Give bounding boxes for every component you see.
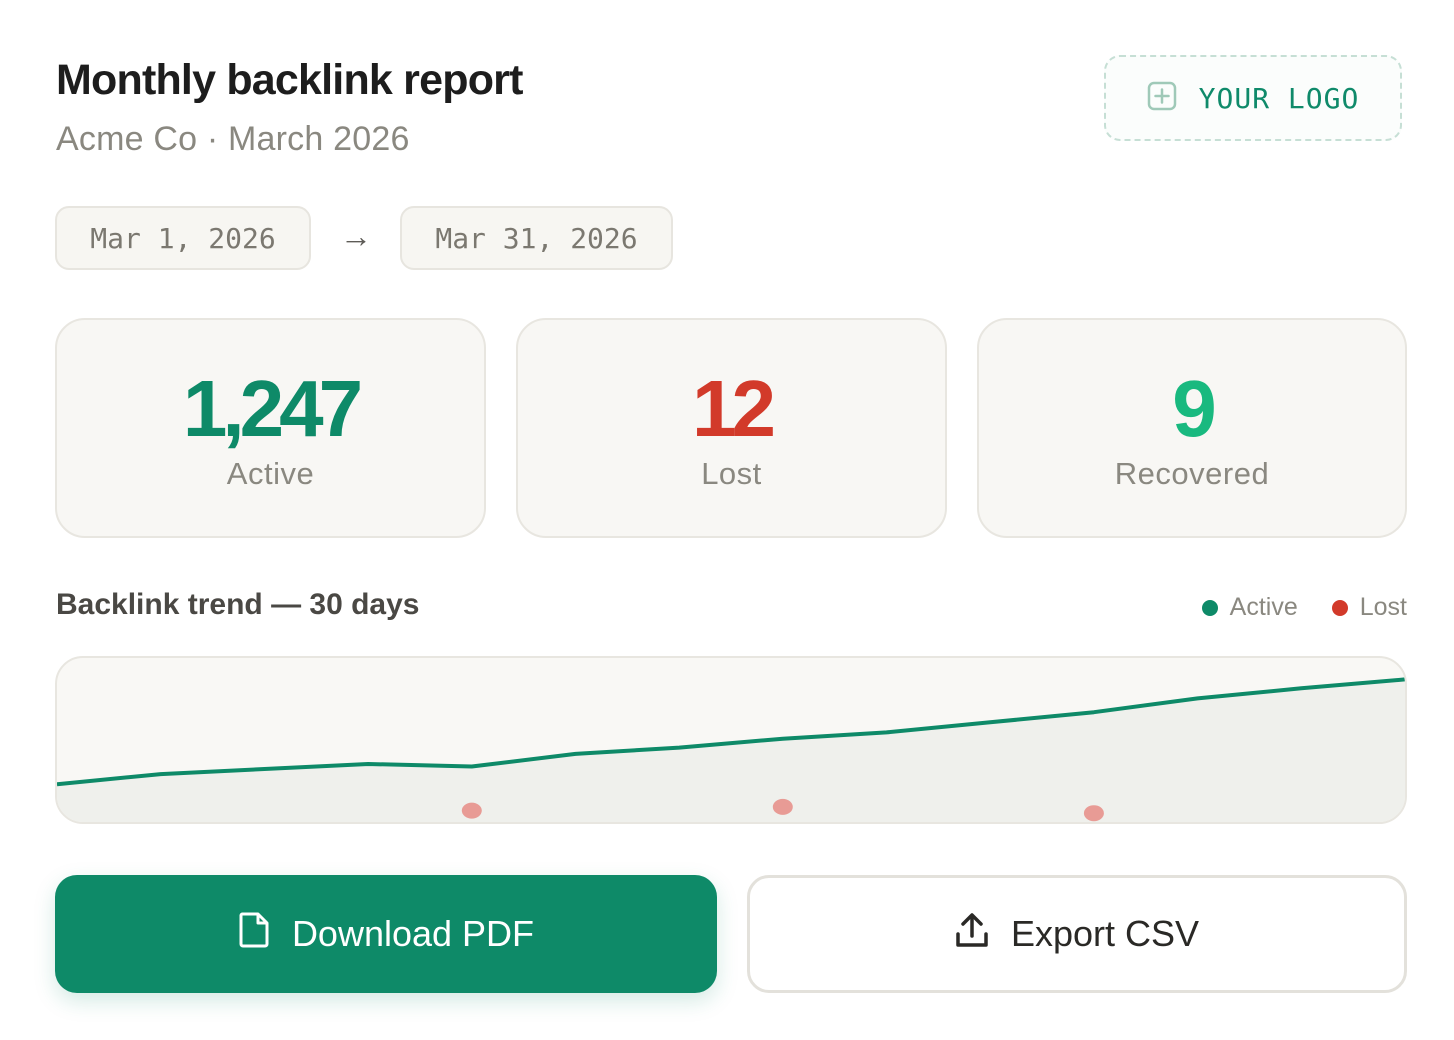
export-csv-label: Export CSV xyxy=(1010,913,1200,954)
lost-point-2 xyxy=(772,798,793,815)
start-date-field[interactable]: Mar 1, 2026 xyxy=(55,206,311,270)
chart-legend: Active Lost xyxy=(1201,593,1407,622)
end-date-field[interactable]: Mar 31, 2026 xyxy=(400,206,673,270)
stat-card-active: 1,247 Active xyxy=(55,318,486,538)
logo-label: YOUR LOGO xyxy=(1198,81,1360,115)
report-subtitle: Acme Co · March 2026 xyxy=(56,120,410,158)
legend-item-active: Active xyxy=(1201,593,1298,622)
document-icon xyxy=(238,911,270,958)
trend-title: Backlink trend — 30 days xyxy=(56,588,420,621)
trend-chart xyxy=(55,656,1407,824)
legend-label-active: Active xyxy=(1229,593,1298,621)
legend-item-lost: Lost xyxy=(1331,593,1407,622)
stat-value-active: 1,247 xyxy=(182,364,363,453)
stat-card-recovered: 9 Recovered xyxy=(977,318,1407,538)
trend-chart-svg xyxy=(57,677,1405,822)
add-image-icon xyxy=(1147,81,1177,116)
stat-value-recovered: 9 xyxy=(1172,364,1217,453)
stat-label-recovered: Recovered xyxy=(1114,456,1270,491)
date-range-arrow-icon: → xyxy=(340,218,372,254)
logo-upload-placeholder[interactable]: YOUR LOGO xyxy=(1104,55,1402,141)
lost-point-1 xyxy=(461,802,482,819)
active-area xyxy=(57,679,1405,822)
legend-label-lost: Lost xyxy=(1359,593,1407,621)
stat-label-active: Active xyxy=(226,456,315,491)
download-pdf-label: Download PDF xyxy=(291,913,535,954)
stat-card-lost: 12 Lost xyxy=(516,318,947,538)
stat-label-lost: Lost xyxy=(701,456,762,491)
lost-point-3 xyxy=(1083,805,1104,822)
download-pdf-button[interactable]: Download PDF xyxy=(55,875,717,993)
export-csv-button[interactable]: Export CSV xyxy=(747,875,1407,993)
stat-value-lost: 12 xyxy=(692,364,776,453)
legend-dot-lost xyxy=(1331,599,1348,616)
report-title: Monthly backlink report xyxy=(56,56,523,104)
upload-icon xyxy=(955,912,989,957)
legend-dot-active xyxy=(1201,599,1218,616)
